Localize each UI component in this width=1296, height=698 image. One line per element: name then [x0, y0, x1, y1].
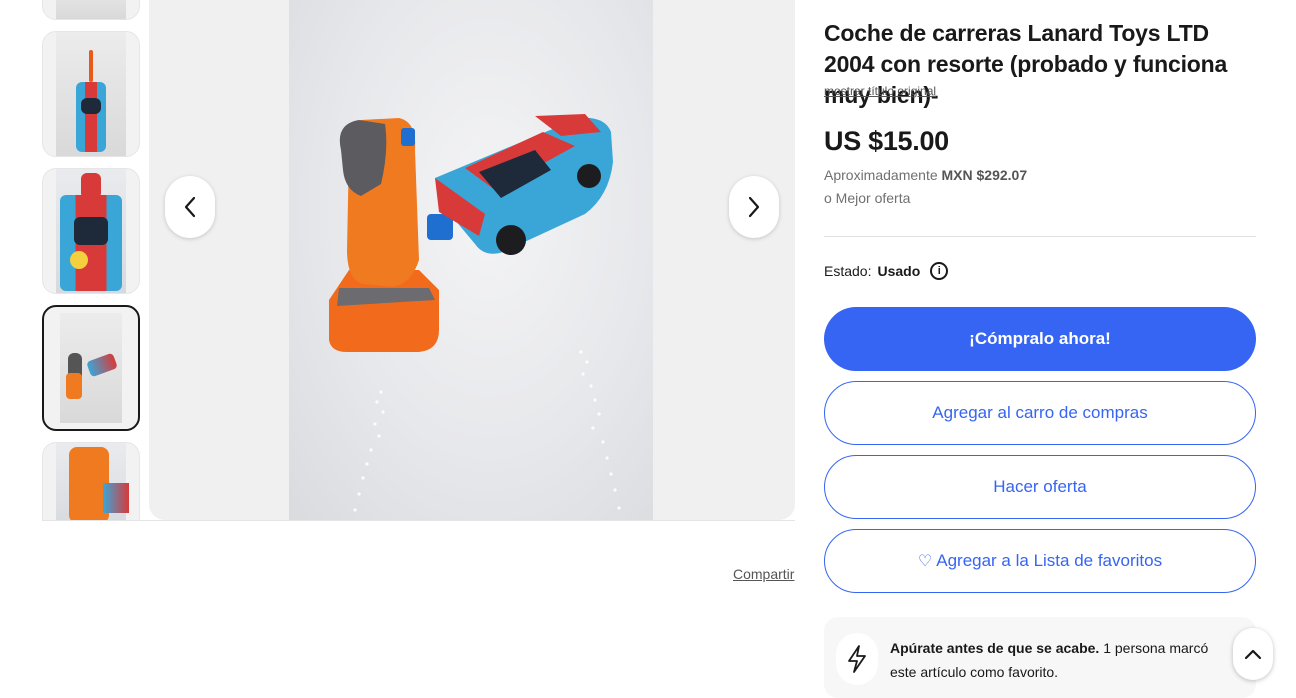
previous-image-button[interactable]	[165, 176, 215, 238]
thumbnail-strip	[42, 0, 140, 520]
approx-price: Aproximadamente MXN $292.07	[824, 167, 1027, 183]
section-divider	[824, 236, 1256, 237]
product-photo[interactable]	[289, 0, 653, 520]
condition-row: Estado: Usado i	[824, 262, 949, 280]
show-original-title-link[interactable]: mostrar título original	[824, 84, 936, 98]
heart-icon: ♡	[917, 553, 933, 570]
chevron-right-icon	[748, 196, 760, 218]
chevron-up-icon	[1244, 649, 1262, 660]
share-link[interactable]: Compartir	[733, 566, 794, 582]
main-image-viewer	[149, 0, 795, 520]
thumbnail-partial[interactable]	[42, 0, 140, 20]
chevron-left-icon	[184, 196, 196, 218]
best-offer-text: o Mejor oferta	[824, 190, 911, 206]
thumbnail-launcher-closeup[interactable]	[42, 442, 140, 520]
urgency-banner: Apúrate antes de que se acabe. 1 persona…	[824, 617, 1256, 698]
lightning-icon	[836, 633, 878, 685]
buy-now-button[interactable]: ¡Cómpralo ahora!	[824, 307, 1256, 371]
urgency-text: Apúrate antes de que se acabe. 1 persona…	[890, 636, 1230, 684]
approx-value: MXN $292.07	[941, 167, 1028, 183]
thumbnail-launcher-selected[interactable]	[42, 305, 140, 431]
add-to-watchlist-button[interactable]: ♡ Agregar a la Lista de favoritos	[824, 529, 1256, 593]
info-icon[interactable]: i	[930, 262, 949, 280]
gallery-divider	[42, 520, 795, 521]
scroll-to-top-button[interactable]	[1233, 628, 1273, 680]
urgency-bold: Apúrate antes de que se acabe.	[890, 640, 1100, 656]
next-image-button[interactable]	[729, 176, 779, 238]
approx-label: Aproximadamente	[824, 167, 938, 183]
thumbnail-car-top[interactable]	[42, 31, 140, 157]
condition-label: Estado:	[824, 263, 872, 279]
condition-value: Usado	[877, 263, 921, 279]
add-to-cart-button[interactable]: Agregar al carro de compras	[824, 381, 1256, 445]
make-offer-button[interactable]: Hacer oferta	[824, 455, 1256, 519]
watchlist-label: Agregar a la Lista de favoritos	[936, 551, 1163, 570]
item-price: US $15.00	[824, 126, 949, 156]
thumbnail-car-front[interactable]	[42, 168, 140, 294]
